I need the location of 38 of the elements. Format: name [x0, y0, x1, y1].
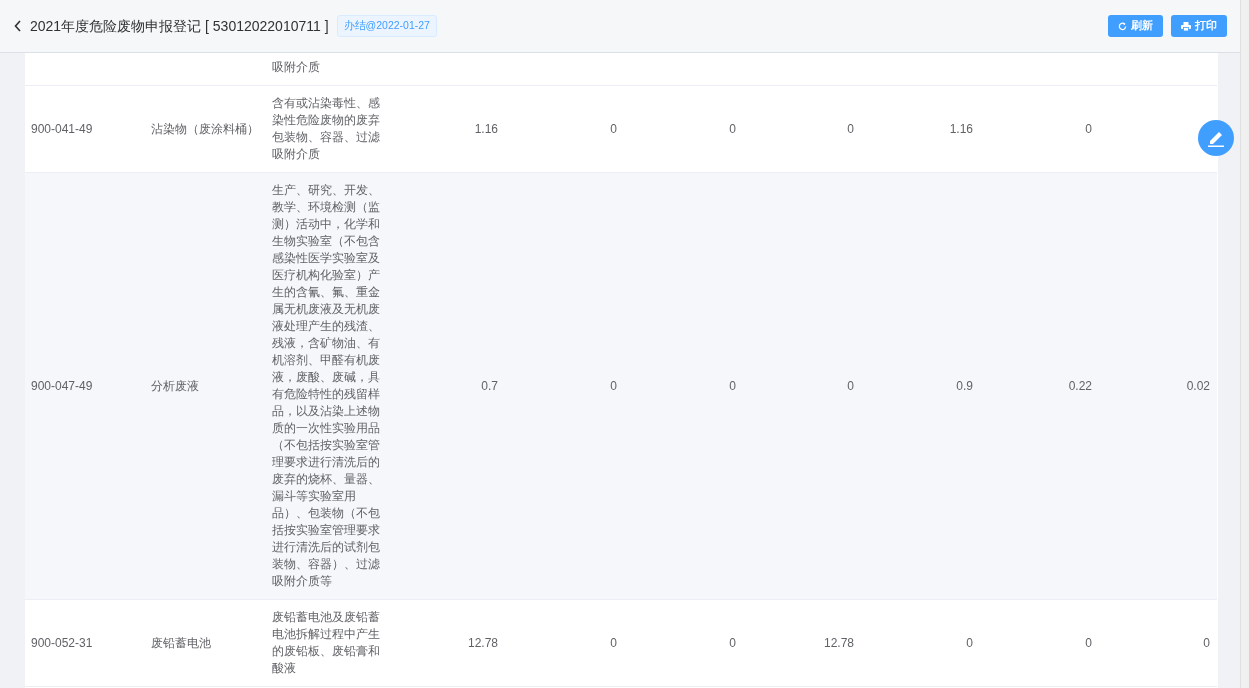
waste-name: 沾染物（废涂料桶） — [151, 121, 259, 136]
status-tag: 办结@2022-01-27 — [336, 15, 437, 37]
waste-name: 分析废液 — [151, 378, 199, 393]
waste-code: 900-047-49 — [31, 378, 93, 393]
quantity: 0 — [610, 121, 617, 136]
quantity: 0 — [610, 635, 617, 650]
quantity: 0.9 — [956, 378, 973, 393]
quantity: 0 — [847, 378, 854, 393]
quantity: 0 — [729, 121, 736, 136]
waste-description: 生产、研究、开发、 教学、环境检测（监 测）活动中，化学和 生物实验室（不包含 感染性医学实验室及 医疗机构化验室）产 生的含氰、氟、重金 属无机废液及无机废 液处理产生的残渣、 残液，含矿物油、有 机溶剂、甲醛有机废 液，废酸、废碱，具 有危险特性的残留样 品，以及沾染上述物 质的一次性实验用品 （不包括按实验室管 理要求进行清洗后的 废弃的烧杯、量器、 漏斗等实验室用 品）、包装物（不包 括按实验室管理要求 进行清洗后的试剂包 装物、容器）、过滤 吸附介质等 — [272, 183, 381, 589]
waste-description: 吸附介质 — [272, 60, 321, 75]
waste-description: 含有或沾染毒性、感 染性危险废物的废弃 包装物、容器、过滤 吸附介质 — [272, 96, 381, 162]
waste-description: 废铅蓄电池及废铅蓄 电池拆解过程中产生 的废铅板、废铅膏和 酸液 — [272, 610, 381, 676]
refresh-button[interactable]: 刷新 — [1108, 15, 1163, 37]
waste-code: 900-052-31 — [31, 635, 93, 650]
quantity: 0.7 — [481, 378, 498, 393]
quantity: 0 — [729, 635, 736, 650]
quantity: 12.78 — [823, 635, 854, 650]
print-button[interactable]: 打印 — [1171, 15, 1227, 37]
edit-button[interactable] — [1198, 120, 1234, 156]
quantity: 12.78 — [467, 635, 498, 650]
page-title: 2021年度危险废物申报登记 [ 53012022010711 ] — [30, 16, 329, 36]
quantity: 0 — [1203, 635, 1210, 650]
back-icon[interactable] — [14, 20, 22, 32]
quantity: 0 — [729, 378, 736, 393]
quantity: 0 — [847, 121, 854, 136]
quantity: 0 — [1085, 121, 1092, 136]
quantity: 0.22 — [1068, 378, 1092, 393]
quantity: 1.16 — [474, 121, 498, 136]
quantity: 1.16 — [949, 121, 973, 136]
quantity: 0.02 — [1186, 378, 1210, 393]
refresh-icon — [1118, 21, 1127, 31]
printer-icon — [1181, 21, 1191, 31]
waste-code: 900-041-49 — [31, 121, 93, 136]
waste-name: 废铅蓄电池 — [151, 635, 211, 650]
quantity: 0 — [966, 635, 973, 650]
quantity: 0 — [610, 378, 617, 393]
quantity: 0 — [1085, 635, 1092, 650]
